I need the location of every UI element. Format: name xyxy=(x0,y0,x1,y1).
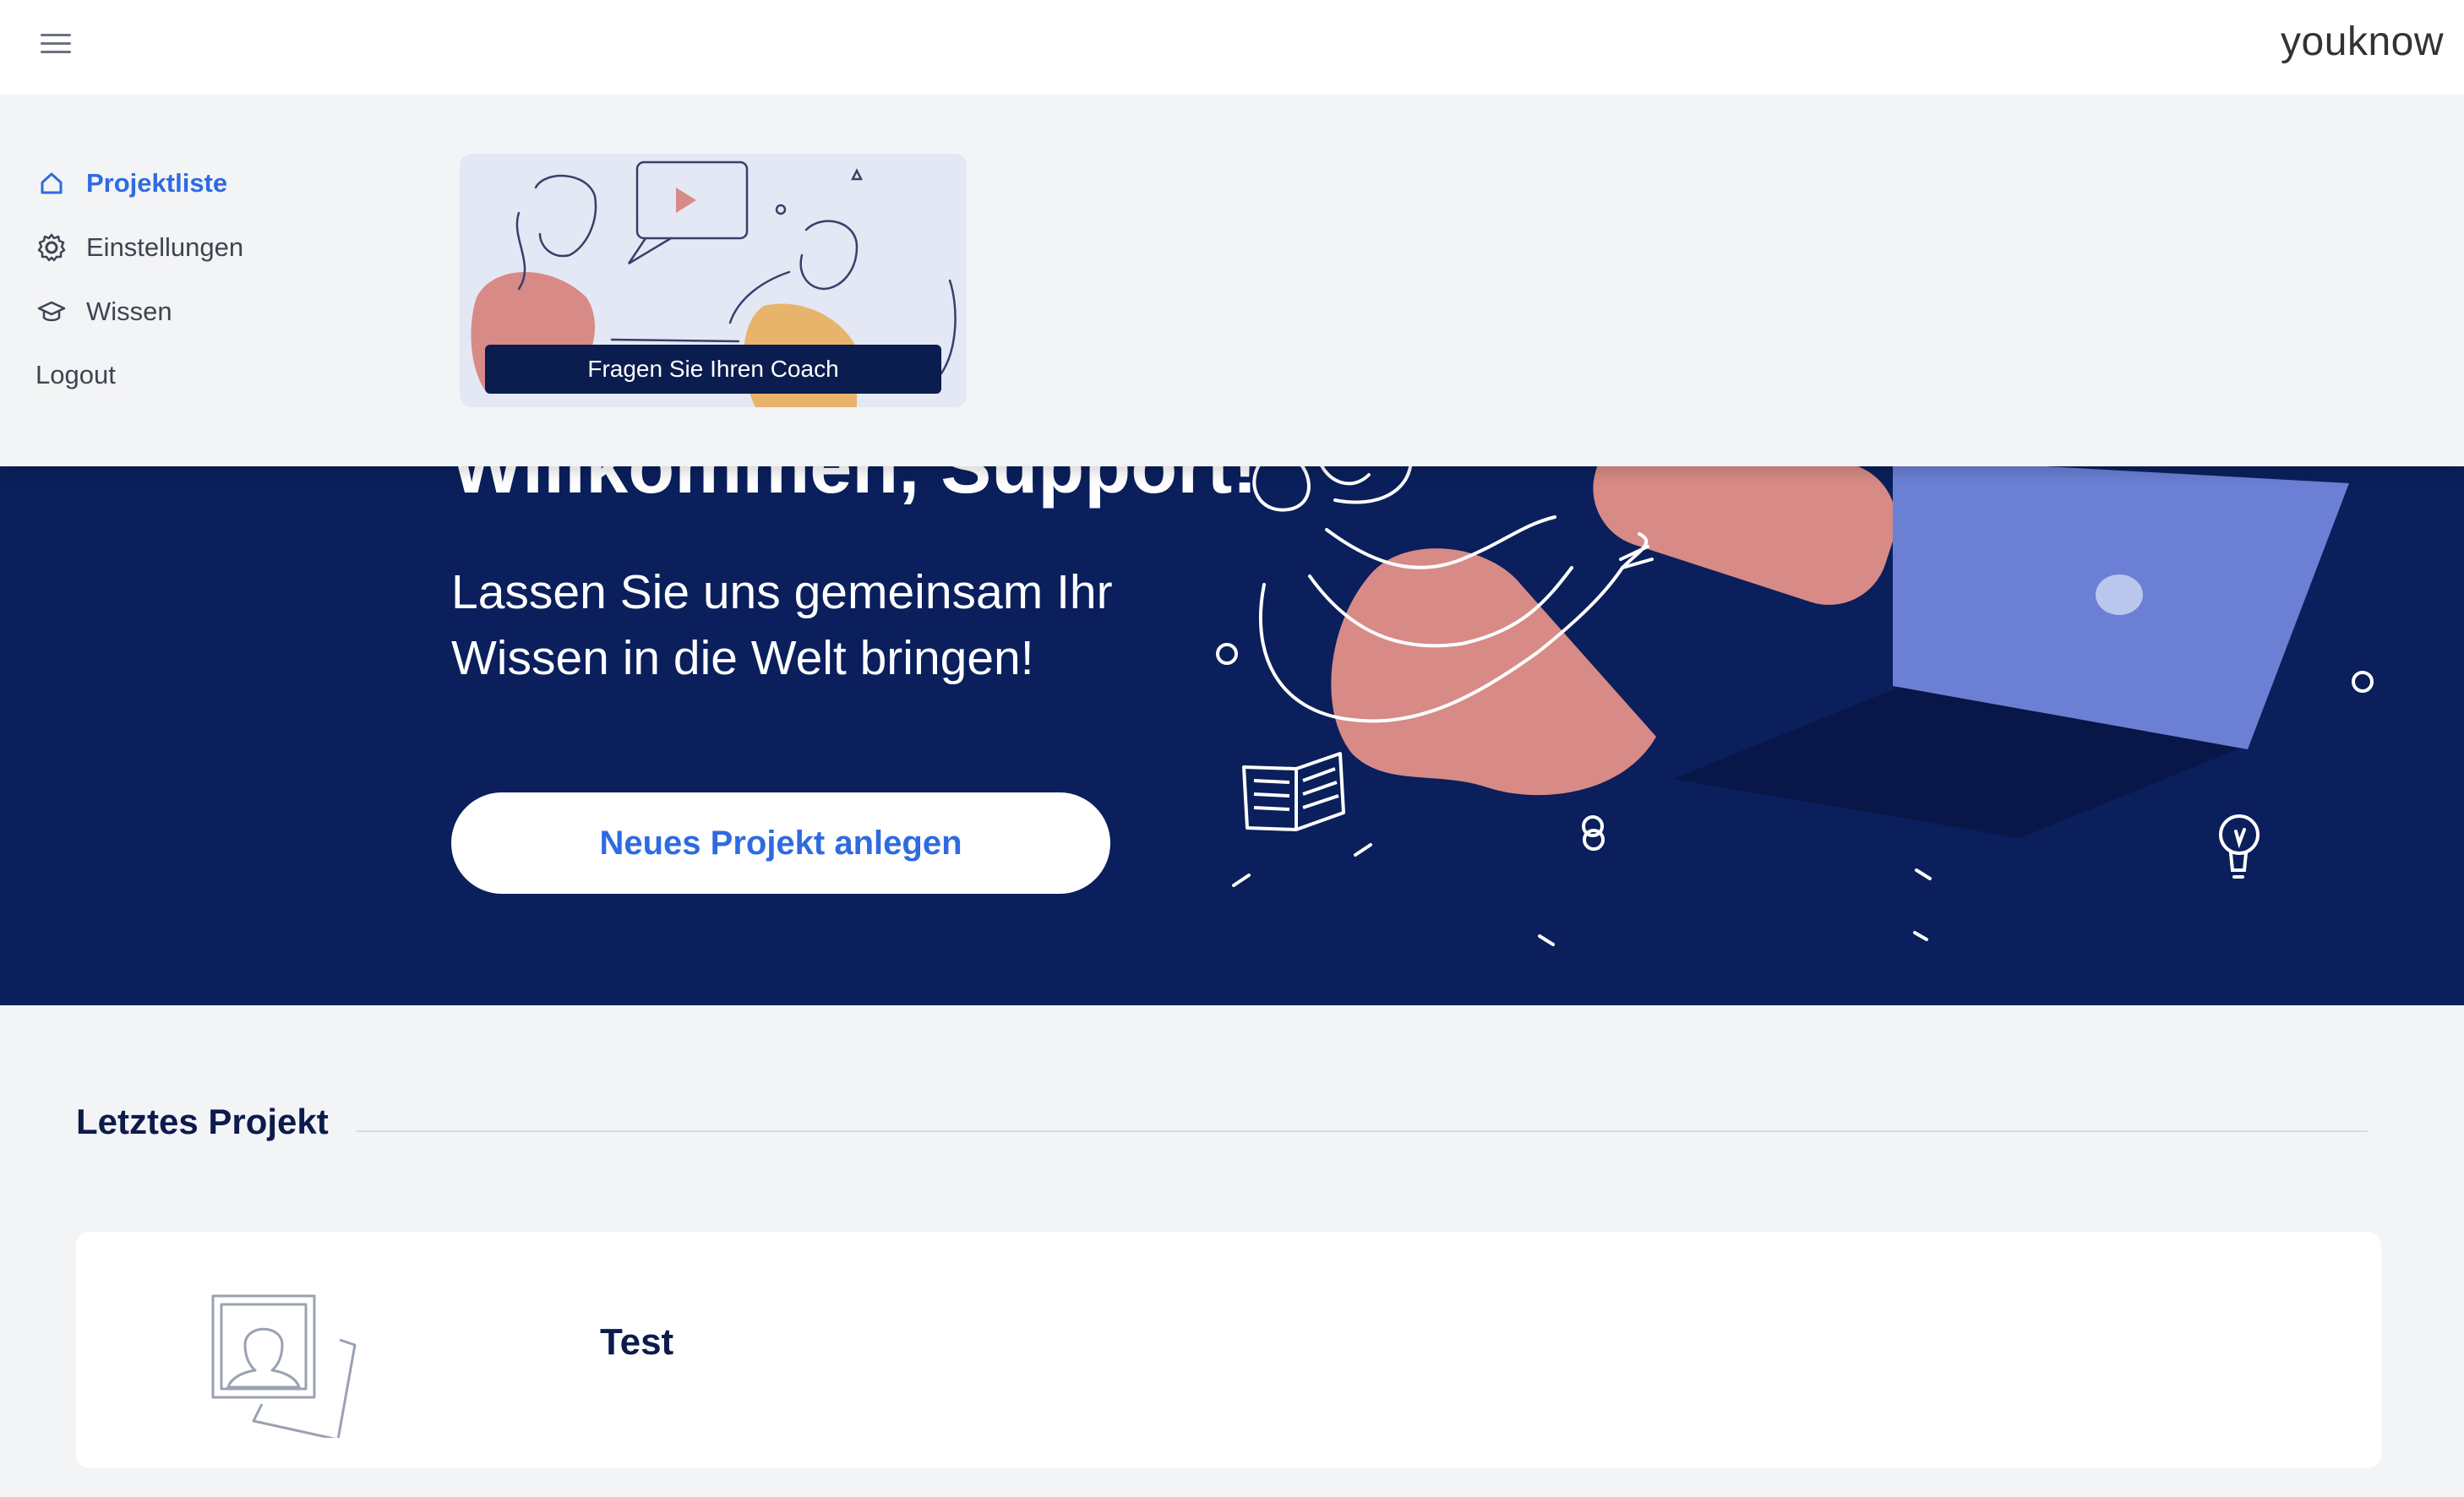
hero-decorations xyxy=(1216,643,2260,880)
person-placeholder-icon xyxy=(211,1294,357,1438)
nav-item-logout[interactable]: Logout xyxy=(35,360,116,390)
nav-item-label: Einstellungen xyxy=(86,232,244,262)
nav-item-label: Wissen xyxy=(86,297,172,326)
hero-banner: Willkommen, Support! Lassen Sie uns geme… xyxy=(0,466,2464,1005)
gear-icon xyxy=(35,231,68,264)
hamburger-menu-icon[interactable] xyxy=(37,30,74,57)
graduation-cap-icon xyxy=(35,296,68,328)
nav-item-projektliste[interactable]: Projektliste xyxy=(35,167,227,199)
project-card[interactable]: Test xyxy=(76,1232,2381,1468)
project-name: Test xyxy=(600,1321,674,1363)
nav-item-label: Logout xyxy=(35,360,116,389)
navigation-menu: Projektliste Einstellungen Wissen Logout xyxy=(0,95,2464,466)
section-title: Letztes Projekt xyxy=(76,1102,329,1141)
home-icon xyxy=(35,167,68,199)
nav-item-einstellungen[interactable]: Einstellungen xyxy=(35,231,243,264)
section-divider xyxy=(357,1130,2368,1132)
ask-coach-button[interactable]: Fragen Sie Ihren Coach xyxy=(485,345,941,394)
nav-item-label: Projektliste xyxy=(86,168,228,198)
top-bar: youknow xyxy=(0,0,2464,95)
nav-item-wissen[interactable]: Wissen xyxy=(35,296,172,328)
brand-logo[interactable]: youknow xyxy=(2281,19,2444,65)
coach-card[interactable]: Fragen Sie Ihren Coach xyxy=(460,154,967,407)
